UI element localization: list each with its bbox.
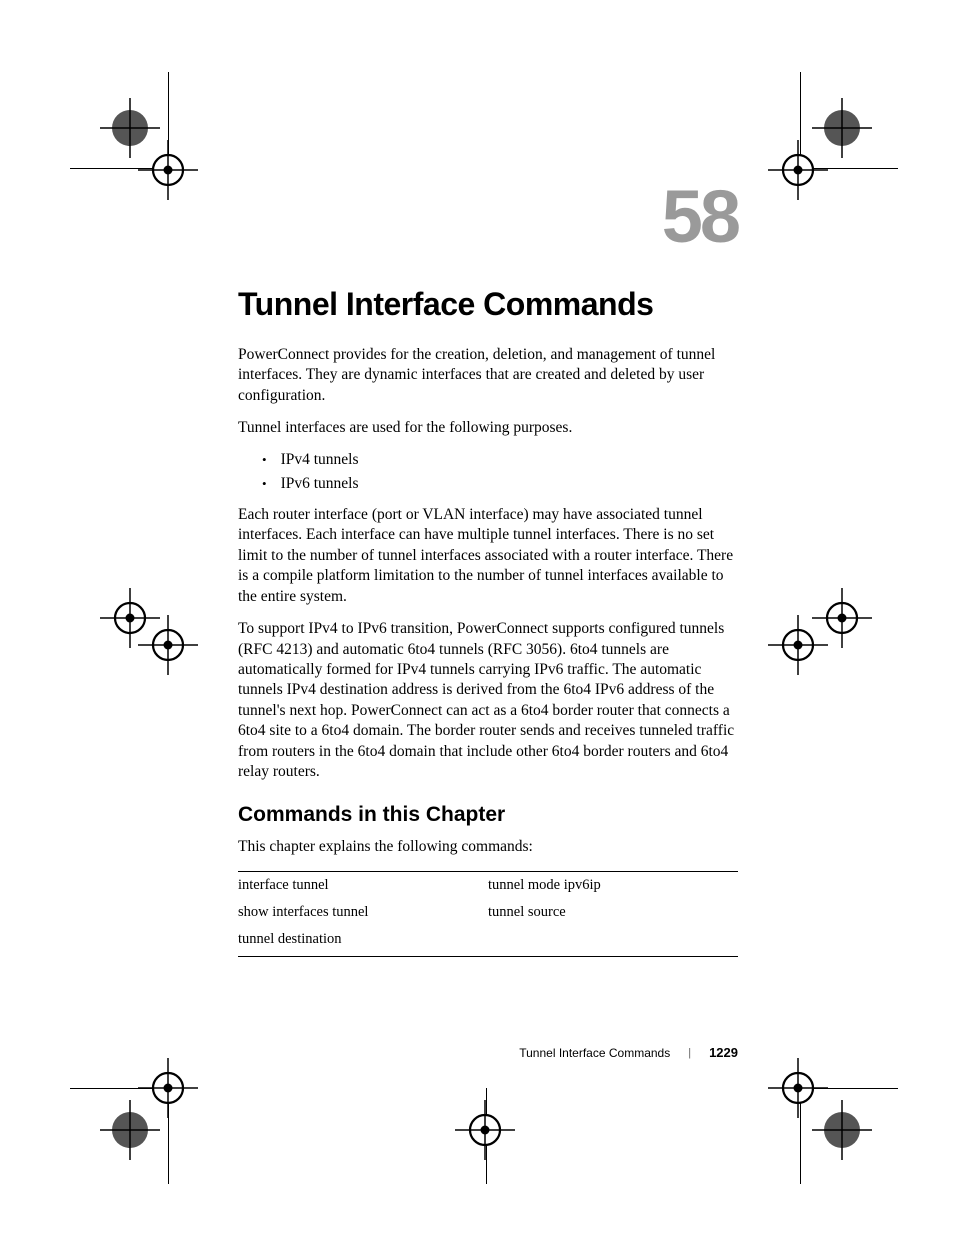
registration-mark-icon	[768, 1058, 828, 1118]
footer-chapter-title: Tunnel Interface Commands	[519, 1046, 670, 1060]
footer-separator: |	[688, 1047, 691, 1059]
list-item: • IPv4 tunnels	[238, 451, 738, 469]
registration-mark-icon	[455, 1100, 515, 1160]
list-item: • IPv6 tunnels	[238, 475, 738, 493]
bullet-icon: •	[262, 452, 267, 468]
table-row: tunnel destination	[238, 926, 738, 957]
chapter-title: Tunnel Interface Commands	[238, 286, 738, 323]
chapter-number: 58	[238, 180, 738, 254]
table-row: interface tunnel tunnel mode ipv6ip	[238, 872, 738, 900]
intro-paragraph-1: PowerConnect provides for the creation, …	[238, 345, 738, 406]
command-link[interactable]: interface tunnel	[238, 872, 488, 900]
registration-mark-icon	[138, 140, 198, 200]
registration-mark-icon	[138, 615, 198, 675]
command-link[interactable]: show interfaces tunnel	[238, 899, 488, 926]
registration-mark-icon	[138, 1058, 198, 1118]
bullet-icon: •	[262, 476, 267, 492]
command-link[interactable]: tunnel destination	[238, 926, 488, 957]
page-footer: Tunnel Interface Commands | 1229	[238, 1045, 738, 1060]
page-body: 58 Tunnel Interface Commands PowerConnec…	[238, 180, 738, 957]
transition-paragraph: To support IPv4 to IPv6 transition, Powe…	[238, 619, 738, 783]
command-cell-empty	[488, 926, 738, 957]
commands-table: interface tunnel tunnel mode ipv6ip show…	[238, 871, 738, 957]
list-item-text: IPv6 tunnels	[281, 475, 359, 493]
section-intro: This chapter explains the following comm…	[238, 837, 738, 857]
list-item-text: IPv4 tunnels	[281, 451, 359, 469]
intro-paragraph-2: Tunnel interfaces are used for the follo…	[238, 418, 738, 438]
purpose-list: • IPv4 tunnels • IPv6 tunnels	[238, 451, 738, 493]
footer-page-number: 1229	[709, 1045, 738, 1060]
router-interface-paragraph: Each router interface (port or VLAN inte…	[238, 505, 738, 607]
command-link[interactable]: tunnel source	[488, 899, 738, 926]
registration-mark-icon	[768, 615, 828, 675]
table-row: show interfaces tunnel tunnel source	[238, 899, 738, 926]
section-heading: Commands in this Chapter	[238, 803, 738, 827]
registration-mark-icon	[768, 140, 828, 200]
command-link[interactable]: tunnel mode ipv6ip	[488, 872, 738, 900]
